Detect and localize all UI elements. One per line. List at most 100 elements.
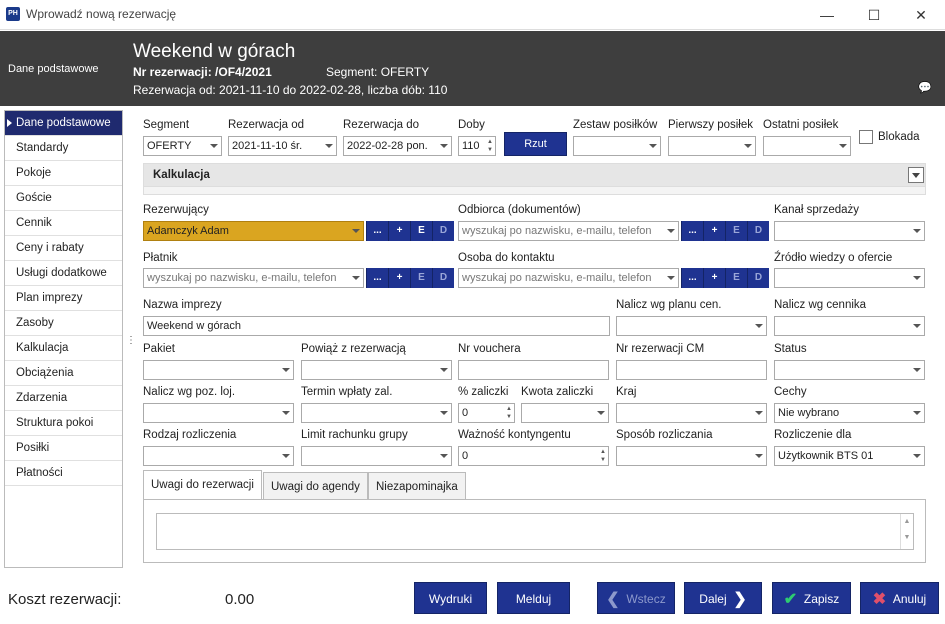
odbiorca-edit-button[interactable]: E <box>725 221 747 241</box>
sidebar-item-dane-podstawowe[interactable]: Dane podstawowe <box>5 111 122 136</box>
sidebar-item-struktura-pokoi[interactable]: Struktura pokoi <box>5 411 122 436</box>
chevron-down-icon <box>755 454 763 458</box>
kraj-select[interactable] <box>616 403 767 423</box>
nr-cm-input[interactable] <box>616 360 767 380</box>
doby-stepper[interactable]: 110 ▲ ▼ <box>458 136 496 156</box>
limit-select[interactable] <box>301 446 452 466</box>
osoba-add-button[interactable]: + <box>703 268 725 288</box>
page-title: Weekend w górach <box>133 41 296 62</box>
chevron-down-icon <box>667 229 675 233</box>
nalicz-cennik-select[interactable] <box>774 316 925 336</box>
pakiet-select[interactable] <box>143 360 294 380</box>
minimize-icon[interactable]: — <box>813 4 841 26</box>
waznosc-label: Ważność kontyngentu <box>458 429 571 441</box>
odbiorca-add-button[interactable]: + <box>703 221 725 241</box>
sidebar-item-pokoje[interactable]: Pokoje <box>5 161 122 186</box>
cechy-select[interactable]: Nie wybrano <box>774 403 925 423</box>
close-icon[interactable]: ✕ <box>907 4 935 26</box>
sposob-select[interactable] <box>616 446 767 466</box>
platnik-edit-button[interactable]: E <box>410 268 432 288</box>
rezerwujacy-edit-button[interactable]: E <box>410 221 432 241</box>
nazwa-input[interactable]: Weekend w górach <box>143 316 610 336</box>
sidebar-item-kalkulacja[interactable]: Kalkulacja <box>5 336 122 361</box>
segment-select[interactable]: OFERTY <box>143 136 222 156</box>
wstecz-button[interactable]: ❮ Wstecz <box>597 582 675 614</box>
osoba-browse-button[interactable]: ... <box>681 268 703 288</box>
reservation-dates: Rezerwacja od: 2021-11-10 do 2022-02-28,… <box>133 83 448 97</box>
nalicz-poz-select[interactable] <box>143 403 294 423</box>
sidebar-item-posilki[interactable]: Posiłki <box>5 436 122 461</box>
rezerwujacy-browse-button[interactable]: ... <box>366 221 388 241</box>
anuluj-button[interactable]: ✖ Anuluj <box>860 582 939 614</box>
chevron-down-icon <box>282 454 290 458</box>
zestaw-select[interactable] <box>573 136 661 156</box>
odbiorca-search[interactable]: wyszukaj po nazwisku, e-mailu, telefon <box>458 221 679 241</box>
chevron-down-icon <box>913 368 921 372</box>
chat-icon[interactable]: 💬 <box>918 81 932 94</box>
sidebar-item-zdarzenia[interactable]: Zdarzenia <box>5 386 122 411</box>
dalej-button[interactable]: Dalej ❯ <box>684 582 762 614</box>
sidebar-item-goscie[interactable]: Goście <box>5 186 122 211</box>
pierwszy-select[interactable] <box>668 136 756 156</box>
platnik-add-button[interactable]: + <box>388 268 410 288</box>
platnik-search[interactable]: wyszukaj po nazwisku, e-mailu, telefon <box>143 268 364 288</box>
powiaz-select[interactable] <box>301 360 452 380</box>
rezerwujacy-select[interactable]: Adamczyk Adam <box>143 221 364 241</box>
osoba-delete-button[interactable]: D <box>747 268 769 288</box>
platnik-browse-button[interactable]: ... <box>366 268 388 288</box>
rezerwujacy-delete-button[interactable]: D <box>432 221 454 241</box>
nalicz-poz-label: Nalicz wg poz. loj. <box>143 386 236 398</box>
nalicz-plan-label: Nalicz wg planu cen. <box>616 299 722 311</box>
rzut-button[interactable]: Rzut <box>504 132 567 156</box>
notes-textarea[interactable]: ▲ ▼ <box>156 513 914 550</box>
tab-niezapominajka[interactable]: Niezapominajka <box>368 472 466 500</box>
rezerwujacy-add-button[interactable]: + <box>388 221 410 241</box>
blokada-checkbox[interactable] <box>859 130 873 144</box>
status-select[interactable] <box>774 360 925 380</box>
tab-uwagi-do-agendy[interactable]: Uwagi do agendy <box>263 472 368 500</box>
scrollbar[interactable]: ▲ ▼ <box>900 514 913 549</box>
chevron-down-icon <box>913 454 921 458</box>
sidebar-item-ceny-i-rabaty[interactable]: Ceny i rabaty <box>5 236 122 261</box>
rez-do-label: Rezerwacja do <box>343 119 420 131</box>
wydruki-button[interactable]: Wydruki <box>414 582 487 614</box>
platnik-delete-button[interactable]: D <box>432 268 454 288</box>
osoba-edit-button[interactable]: E <box>725 268 747 288</box>
maximize-icon[interactable]: ☐ <box>860 4 888 26</box>
nazwa-label: Nazwa imprezy <box>143 299 222 311</box>
sidebar-item-standardy[interactable]: Standardy <box>5 136 122 161</box>
kanal-select[interactable] <box>774 221 925 241</box>
odbiorca-browse-button[interactable]: ... <box>681 221 703 241</box>
kwota-zal-label: Kwota zaliczki <box>521 386 594 398</box>
zapisz-button[interactable]: ✔ Zapisz <box>772 582 851 614</box>
rez-od-datepicker[interactable]: 2021-11-10 śr. <box>228 136 337 156</box>
sidebar-item-obciazenia[interactable]: Obciążenia <box>5 361 122 386</box>
rodzaj-select[interactable] <box>143 446 294 466</box>
proc-zal-stepper[interactable]: 0 ▲ ▼ <box>458 403 515 423</box>
ostatni-select[interactable] <box>763 136 851 156</box>
melduj-button[interactable]: Melduj <box>497 582 570 614</box>
chevron-down-icon <box>440 368 448 372</box>
voucher-input[interactable] <box>458 360 609 380</box>
chevron-down-icon <box>282 368 290 372</box>
pierwszy-label: Pierwszy posiłek <box>668 119 753 131</box>
rez-do-datepicker[interactable]: 2022-02-28 pon. <box>343 136 452 156</box>
kwota-zal-select[interactable] <box>521 403 609 423</box>
zrodlo-select[interactable] <box>774 268 925 288</box>
spin-icon: ▲ ▼ <box>600 449 606 463</box>
sidebar-item-plan-imprezy[interactable]: Plan imprezy <box>5 286 122 311</box>
sidebar-item-platnosci[interactable]: Płatności <box>5 461 122 486</box>
chevron-down-icon <box>440 454 448 458</box>
termin-select[interactable] <box>301 403 452 423</box>
sidebar-item-cennik[interactable]: Cennik <box>5 211 122 236</box>
osoba-search[interactable]: wyszukaj po nazwisku, e-mailu, telefon <box>458 268 679 288</box>
rozl-dla-select[interactable]: Użytkownik BTS 01 <box>774 446 925 466</box>
collapse-icon[interactable] <box>908 167 924 183</box>
nalicz-plan-select[interactable] <box>616 316 767 336</box>
tab-uwagi-do-rezerwacji[interactable]: Uwagi do rezerwacji <box>143 470 262 500</box>
sidebar-item-uslugi-dodatkowe[interactable]: Usługi dodatkowe <box>5 261 122 286</box>
chevron-down-icon <box>352 229 360 233</box>
waznosc-stepper[interactable]: 0 ▲ ▼ <box>458 446 609 466</box>
sidebar-item-zasoby[interactable]: Zasoby <box>5 311 122 336</box>
odbiorca-delete-button[interactable]: D <box>747 221 769 241</box>
